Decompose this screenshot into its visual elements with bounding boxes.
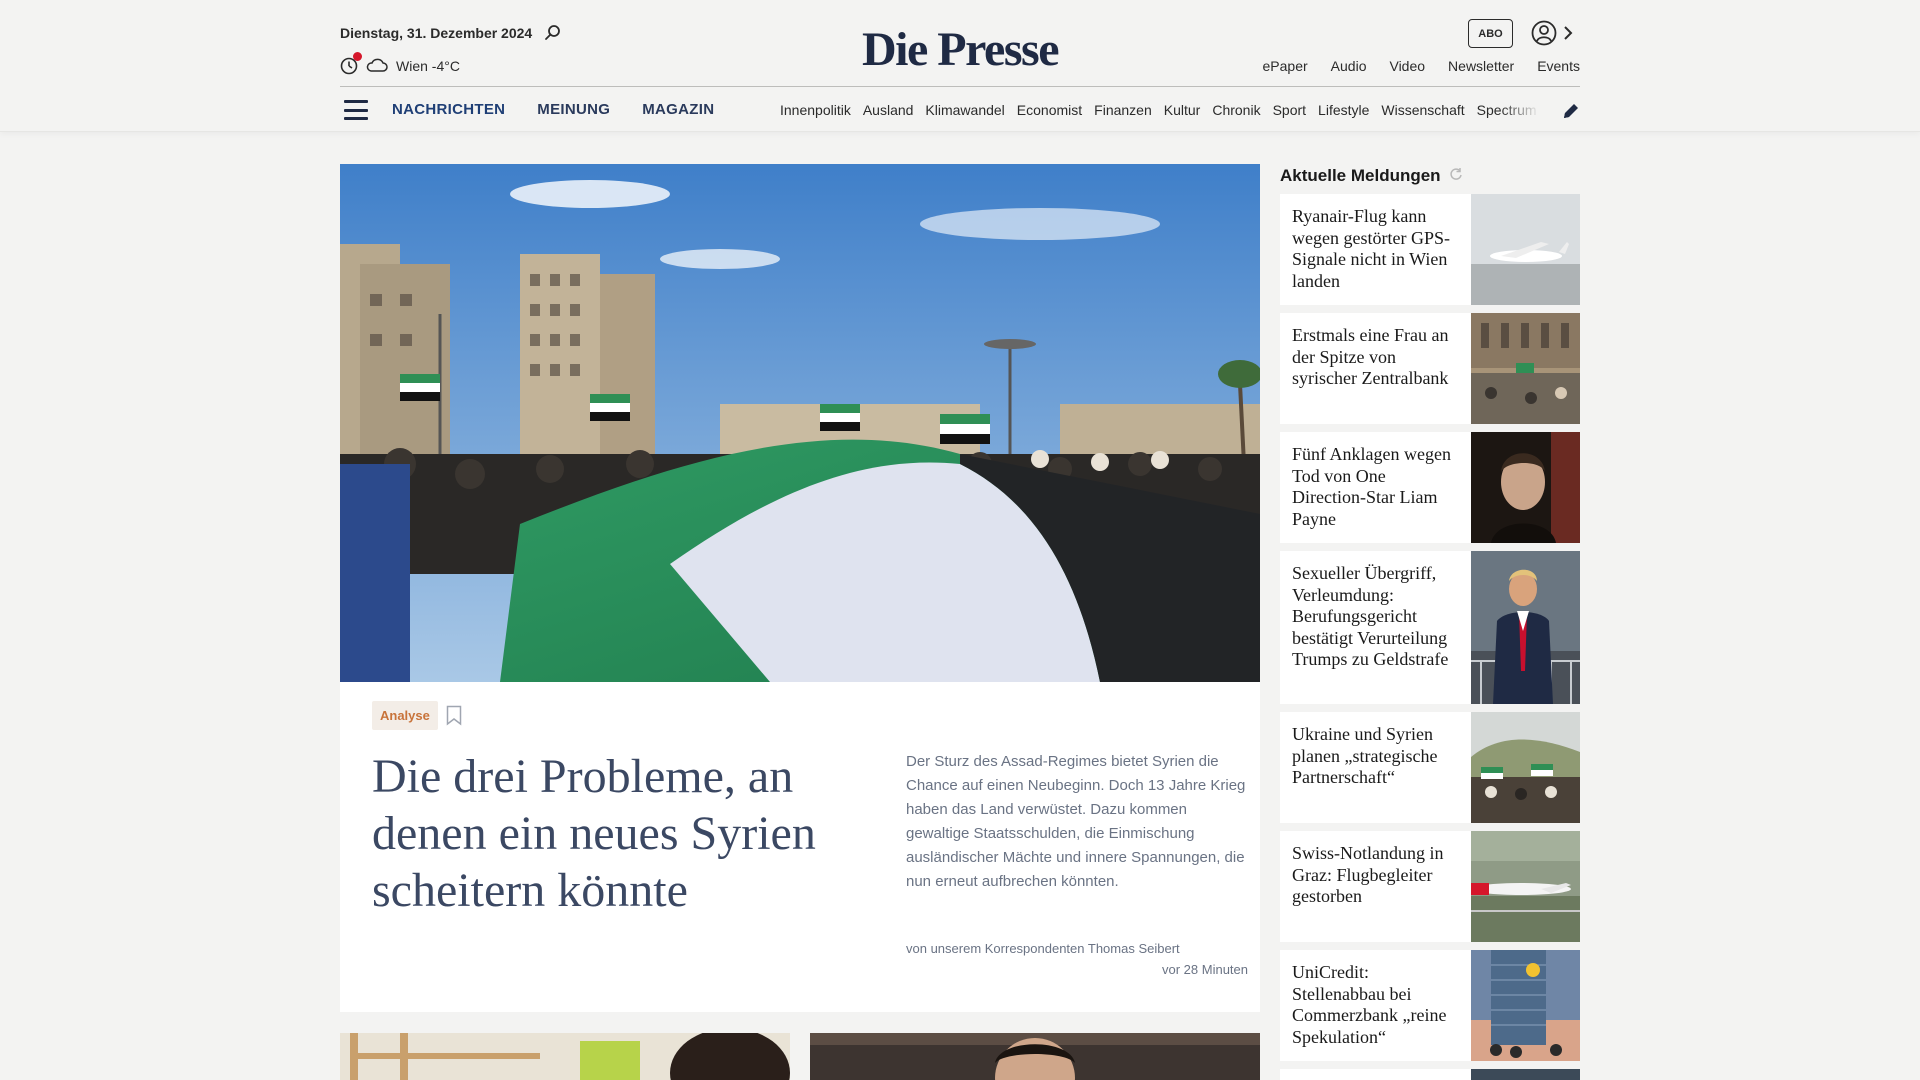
site-header: Dienstag, 31. Dezember 2024 Wien -4°C Di… xyxy=(0,0,1920,132)
service-nav: ePaper Audio Video Newsletter Events xyxy=(1263,58,1580,74)
news-card-headline: UniCredit: Stellenabbau bei Commerzbank … xyxy=(1292,962,1447,1047)
news-card[interactable]: Sexueller Übergriff, Verleumdung: Berufu… xyxy=(1280,551,1580,704)
latest-news-title-text: Aktuelle Meldungen xyxy=(1280,166,1441,185)
section-ausland[interactable]: Ausland xyxy=(863,102,914,118)
chevron-right-icon xyxy=(1563,25,1573,46)
section-nav-fade xyxy=(1500,96,1540,124)
crowd-with-flags-thumbnail xyxy=(1471,712,1580,823)
weather-widget: Wien -4°C xyxy=(340,52,460,75)
service-link-video[interactable]: Video xyxy=(1389,58,1425,74)
swiss-airplane-thumbnail xyxy=(1471,831,1580,942)
main-nav: NACHRICHTEN MEINUNG MAGAZIN xyxy=(392,101,714,118)
news-card-headline: Ryanair-Flug kann wegen gestörter GPS-Si… xyxy=(1292,206,1450,291)
crowd-thumbnail xyxy=(1471,313,1580,424)
section-klimawandel[interactable]: Klimawandel xyxy=(925,102,1004,118)
bookmark-icon[interactable] xyxy=(446,705,462,726)
news-card-headline: Ukraine und Syrien planen „strategische … xyxy=(1292,724,1438,787)
news-timer-icon[interactable] xyxy=(340,52,362,75)
news-card-partial[interactable] xyxy=(1280,1069,1580,1080)
latest-news-sidebar: Aktuelle Meldungen Ryanair-Flug kann weg… xyxy=(1280,164,1580,1080)
abo-button[interactable]: ABO xyxy=(1468,19,1513,48)
header-divider xyxy=(340,86,1580,87)
news-card[interactable]: Ryanair-Flug kann wegen gestörter GPS-Si… xyxy=(1280,194,1580,305)
section-finanzen[interactable]: Finanzen xyxy=(1094,102,1152,118)
service-link-newsletter[interactable]: Newsletter xyxy=(1448,58,1514,74)
cloud-icon xyxy=(366,58,388,75)
service-link-audio[interactable]: Audio xyxy=(1331,58,1367,74)
news-card-headline: Sexueller Übergriff, Verleumdung: Berufu… xyxy=(1292,563,1449,669)
thumbnail-partial xyxy=(1471,1069,1580,1080)
user-account-button[interactable] xyxy=(1531,20,1573,51)
current-date: Dienstag, 31. Dezember 2024 xyxy=(340,25,533,41)
section-sport[interactable]: Sport xyxy=(1273,102,1306,118)
section-lifestyle[interactable]: Lifestyle xyxy=(1318,102,1369,118)
news-card[interactable]: Swiss-Notlandung in Graz: Flugbegleiter … xyxy=(1280,831,1580,942)
user-icon xyxy=(1531,20,1557,51)
news-card[interactable]: Erstmals eine Frau an der Spitze von syr… xyxy=(1280,313,1580,424)
section-economist[interactable]: Economist xyxy=(1017,102,1082,118)
service-link-epaper[interactable]: ePaper xyxy=(1263,58,1308,74)
article-category-tag[interactable]: Analyse xyxy=(372,701,438,730)
hero-article: Analyse Die drei Probleme, an denen ein … xyxy=(340,164,1260,1012)
teaser-image-2[interactable] xyxy=(810,1033,1260,1080)
menu-hamburger-icon[interactable] xyxy=(344,100,368,120)
latest-news-title: Aktuelle Meldungen xyxy=(1280,164,1580,188)
section-kultur[interactable]: Kultur xyxy=(1164,102,1201,118)
section-innenpolitik[interactable]: Innenpolitik xyxy=(780,102,851,118)
news-card[interactable]: UniCredit: Stellenabbau bei Commerzbank … xyxy=(1280,950,1580,1061)
section-wissenschaft[interactable]: Wissenschaft xyxy=(1381,102,1464,118)
man-in-suit-thumbnail xyxy=(1471,551,1580,704)
hero-lead-text: Der Sturz des Assad-Regimes bietet Syrie… xyxy=(906,753,1246,890)
weather-text: Wien -4°C xyxy=(396,58,460,74)
search-icon[interactable] xyxy=(544,24,562,42)
section-nav: Innenpolitik Ausland Klimawandel Economi… xyxy=(780,102,1540,118)
commerzbank-tower-thumbnail xyxy=(1471,950,1580,1061)
hero-byline: von unserem Korrespondenten Thomas Seibe… xyxy=(906,941,1180,956)
news-card-headline: Fünf Anklagen wegen Tod von One Directio… xyxy=(1292,444,1451,529)
nav-meinung[interactable]: MEINUNG xyxy=(537,101,610,118)
hero-timestamp: vor 28 Minuten xyxy=(1162,962,1248,977)
portrait-thumbnail xyxy=(1471,432,1580,543)
site-logo[interactable]: Die Presse xyxy=(859,22,1061,77)
airplane-thumbnail xyxy=(1471,194,1580,305)
nav-nachrichten[interactable]: NACHRICHTEN xyxy=(392,101,505,118)
refresh-icon[interactable] xyxy=(1449,166,1463,186)
section-chronik[interactable]: Chronik xyxy=(1212,102,1260,118)
teaser-image-1[interactable] xyxy=(340,1033,790,1080)
hero-headline[interactable]: Die drei Probleme, an denen ein neues Sy… xyxy=(372,748,872,919)
date-line: Dienstag, 31. Dezember 2024 xyxy=(340,24,562,42)
pencil-icon[interactable] xyxy=(1561,101,1581,121)
notification-dot xyxy=(353,52,362,61)
news-card[interactable]: Fünf Anklagen wegen Tod von One Directio… xyxy=(1280,432,1580,543)
news-card[interactable]: Ukraine und Syrien planen „strategische … xyxy=(1280,712,1580,823)
nav-magazin[interactable]: MAGAZIN xyxy=(642,101,714,118)
hero-image[interactable] xyxy=(340,164,1260,682)
news-card-headline: Erstmals eine Frau an der Spitze von syr… xyxy=(1292,325,1449,388)
news-card-headline: Swiss-Notlandung in Graz: Flugbegleiter … xyxy=(1292,843,1444,906)
service-link-events[interactable]: Events xyxy=(1537,58,1580,74)
